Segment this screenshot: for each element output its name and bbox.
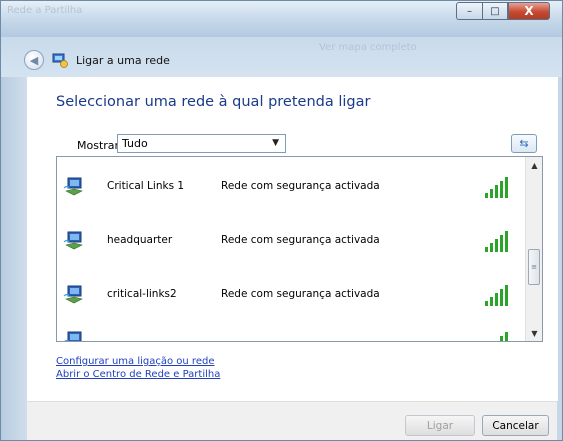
filter-value: Tudo (122, 137, 148, 150)
cancel-button[interactable]: Cancelar (482, 415, 549, 436)
network-security: Rede com segurança activada (221, 234, 380, 246)
chevron-down-icon: ▼ (272, 138, 279, 148)
maximize-button[interactable]: □ (482, 2, 508, 20)
filter-label: Mostrar (77, 139, 120, 152)
network-row-partial[interactable] (57, 322, 527, 341)
setup-connection-link[interactable]: Configurar uma ligação ou rede (56, 356, 214, 367)
back-button[interactable]: ◀ (24, 50, 44, 70)
page-title: Ligar a uma rede (76, 54, 170, 67)
network-name: Critical Links 1 (107, 180, 185, 192)
wireless-network-icon (63, 177, 83, 196)
refresh-icon: ⇆ (519, 137, 529, 150)
left-frame (1, 77, 27, 440)
network-name: headquarter (107, 234, 173, 246)
signal-strength-icon (500, 332, 508, 341)
refresh-button[interactable]: ⇆ (511, 134, 537, 153)
main-heading: Seleccionar uma rede à qual pretenda lig… (56, 94, 371, 110)
network-security: Rede com segurança activada (221, 288, 380, 300)
signal-strength-icon (485, 231, 508, 252)
scroll-down-button[interactable]: ▼ (526, 325, 542, 341)
connect-button[interactable]: Ligar (405, 415, 475, 436)
signal-strength-icon (485, 177, 508, 198)
close-button[interactable]: X (508, 2, 550, 20)
filter-dropdown[interactable]: Tudo ▼ (117, 134, 286, 153)
network-row[interactable]: Critical Links 1 Rede com segurança acti… (57, 160, 527, 214)
scroll-thumb[interactable]: ≡ (528, 249, 540, 285)
network-wizard-icon (52, 53, 68, 68)
network-security: Rede com segurança activada (221, 180, 380, 192)
network-center-link[interactable]: Abrir o Centro de Rede e Partilha (56, 369, 220, 380)
network-list[interactable]: Critical Links 1 Rede com segurança acti… (56, 156, 543, 342)
caption-buttons: – □ X (456, 2, 550, 20)
signal-strength-icon (485, 285, 508, 306)
wireless-network-icon (63, 231, 83, 250)
network-name: critical-links2 (107, 288, 177, 300)
ghost-status-text: Ver mapa completo (319, 42, 417, 53)
minimize-button[interactable]: – (456, 2, 482, 20)
wireless-network-icon (63, 285, 83, 304)
footer-bar (27, 401, 557, 440)
title-ghost-text: Rede a Partilha (7, 5, 83, 16)
wireless-network-icon (64, 331, 82, 341)
connect-network-window: Rede a Partilha – □ X Ver mapa completo … (0, 0, 563, 441)
list-scrollbar[interactable]: ▲ ≡ ▼ (525, 157, 542, 341)
title-bar[interactable]: Rede a Partilha – □ X (1, 1, 562, 37)
scroll-up-button[interactable]: ▲ (526, 157, 542, 173)
arrow-left-icon: ◀ (29, 53, 39, 67)
network-row[interactable]: headquarter Rede com segurança activada (57, 214, 527, 268)
network-row[interactable]: critical-links2 Rede com segurança activ… (57, 268, 527, 322)
